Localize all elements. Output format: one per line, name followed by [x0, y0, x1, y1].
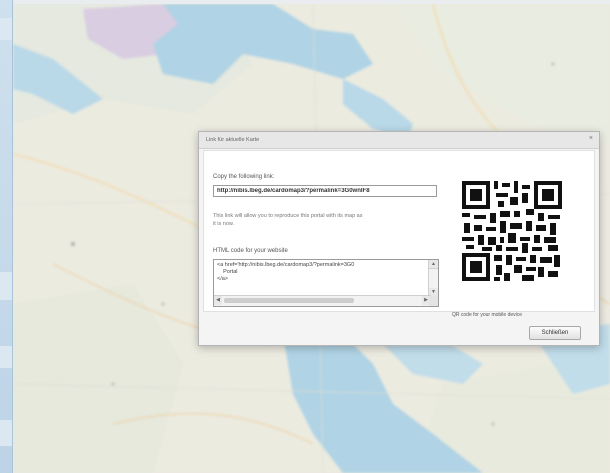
permalink-dialog: Link für aktuelle Karte × Copy the follo…: [198, 131, 600, 346]
close-button[interactable]: Schließen: [529, 326, 581, 340]
reproduce-hint-text: This link will allow you to reproduce th…: [213, 213, 363, 227]
close-icon[interactable]: ×: [589, 135, 593, 142]
app-window: Link für aktuelle Karte × Copy the follo…: [0, 0, 610, 473]
vertical-scrollbar[interactable]: ▲ ▼: [428, 260, 438, 297]
left-sidebar-strip: [0, 0, 13, 473]
scroll-up-icon[interactable]: ▲: [429, 260, 438, 269]
dialog-title: Link für aktuelle Karte: [206, 137, 260, 143]
scroll-left-icon[interactable]: ◀: [214, 296, 222, 305]
dialog-header[interactable]: Link für aktuelle Karte ×: [199, 132, 599, 149]
copy-link-label: Copy the following link:: [213, 174, 275, 180]
scrollbar-thumb[interactable]: [224, 298, 354, 303]
scrollbar-corner: [429, 296, 438, 306]
qr-code-icon: [460, 179, 564, 283]
permalink-input[interactable]: [213, 185, 437, 197]
dialog-body: Copy the following link: This link will …: [203, 150, 595, 318]
html-code-textarea[interactable]: <a href='http://nibis.lbeg.de/cardomap3/…: [213, 259, 439, 307]
qr-caption: QR code for your mobile device: [452, 312, 523, 318]
html-code-label: HTML code for your website: [213, 248, 288, 254]
horizontal-scrollbar[interactable]: ◀ ▶: [214, 295, 431, 306]
html-code-text: <a href='http://nibis.lbeg.de/cardomap3/…: [217, 262, 355, 282]
